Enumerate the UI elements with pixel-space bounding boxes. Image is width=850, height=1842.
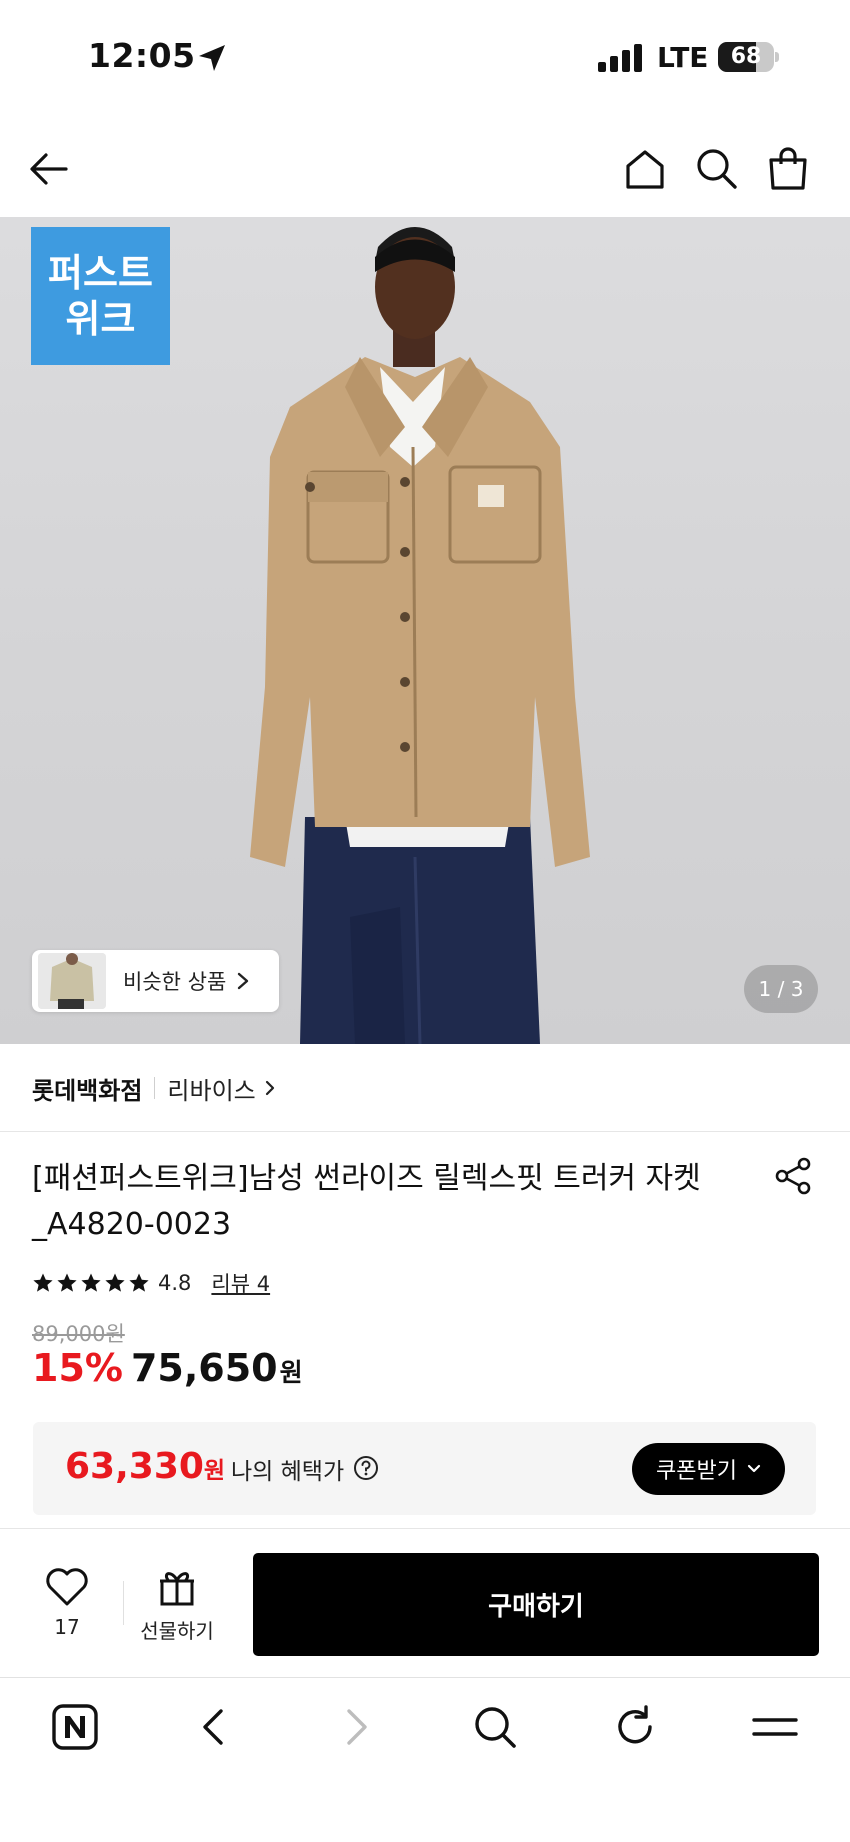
- similar-products-button[interactable]: 비슷한 상품: [32, 950, 279, 1012]
- purchase-action-bar: 17 선물하기 구매하기: [0, 1529, 850, 1677]
- home-icon[interactable]: [620, 144, 670, 194]
- battery-icon: 68: [718, 42, 780, 72]
- chevron-right-icon: [238, 972, 249, 990]
- battery-level: 68: [730, 44, 762, 69]
- help-icon[interactable]: [353, 1455, 379, 1481]
- heart-icon: [46, 1568, 88, 1606]
- menu-icon[interactable]: [750, 1702, 800, 1752]
- share-icon[interactable]: [774, 1157, 812, 1195]
- divider: [0, 1131, 850, 1132]
- product-title: [패션퍼스트위크]남성 썬라이즈 릴렉스핏 트러커 자켓_A4820-0023: [32, 1161, 701, 1242]
- top-nav: [0, 130, 850, 216]
- star-icon: [33, 1273, 53, 1292]
- discount-rate: 15%: [32, 1346, 123, 1390]
- rating-stars: [32, 1272, 152, 1294]
- coupon-button-label: 쿠폰받기: [656, 1459, 737, 1484]
- store-name[interactable]: 롯데백화점: [32, 1071, 142, 1106]
- like-button[interactable]: 17: [36, 1567, 98, 1651]
- location-arrow-icon: [199, 45, 225, 71]
- signal-icon: [598, 44, 642, 72]
- naver-n-icon[interactable]: [50, 1702, 100, 1752]
- rating-row: 4.8 리뷰 4: [32, 1267, 270, 1299]
- status-time: 12:05: [88, 36, 196, 75]
- gift-label: 선물하기: [140, 1619, 214, 1643]
- rating-score: 4.8: [158, 1271, 192, 1295]
- price-row: 15% 75,650 원: [32, 1346, 303, 1396]
- sale-price-unit: 원: [279, 1358, 303, 1387]
- like-count: 17: [54, 1615, 80, 1639]
- star-icon: [129, 1273, 149, 1292]
- chevron-right-icon: [265, 1080, 274, 1096]
- sale-price: 75,650: [130, 1346, 278, 1390]
- product-image-carousel[interactable]: 퍼스트 위크 비슷한 상품 1 / 3: [0, 217, 850, 1044]
- benefit-price-unit: 원: [203, 1458, 226, 1484]
- store-separator: [154, 1077, 156, 1099]
- shopping-bag-icon[interactable]: [763, 144, 813, 194]
- image-page-indicator: 1 / 3: [744, 965, 818, 1013]
- star-icon: [105, 1273, 125, 1292]
- browser-search-icon[interactable]: [470, 1702, 520, 1752]
- similar-product-thumbnail: [38, 953, 106, 1009]
- action-separator: [123, 1581, 124, 1625]
- network-type: LTE: [657, 41, 709, 74]
- chevron-down-icon: [747, 1464, 761, 1473]
- first-week-badge: 퍼스트 위크: [31, 227, 170, 365]
- status-bar: 12:05 LTE 68: [0, 0, 850, 115]
- benefit-box: 63,330원 나의 혜택가 쿠폰받기: [33, 1422, 816, 1515]
- buy-button[interactable]: 구매하기: [253, 1553, 819, 1656]
- product-photo: [250, 227, 590, 1044]
- similar-products-label: 비슷한 상품: [123, 970, 227, 994]
- benefit-label: 나의 혜택가: [231, 1459, 345, 1485]
- browser-toolbar: [0, 1677, 850, 1842]
- star-icon: [57, 1273, 77, 1292]
- browser-back-icon[interactable]: [190, 1702, 240, 1752]
- original-price: 89,000원: [32, 1322, 125, 1346]
- review-link[interactable]: 리뷰 4: [211, 1268, 270, 1298]
- browser-forward-icon: [347, 1709, 367, 1745]
- star-icon: [81, 1273, 101, 1292]
- benefit-price-value: 63,330: [65, 1446, 204, 1487]
- search-icon[interactable]: [692, 144, 742, 194]
- gift-icon: [160, 1572, 194, 1606]
- brand-link[interactable]: 리바이스: [167, 1071, 255, 1106]
- coupon-button[interactable]: 쿠폰받기: [632, 1443, 785, 1495]
- reload-icon[interactable]: [610, 1702, 660, 1752]
- store-row: 롯데백화점 리바이스: [32, 1070, 276, 1106]
- back-arrow-icon[interactable]: [24, 144, 74, 194]
- benefit-price: 63,330원: [65, 1446, 225, 1487]
- gift-button[interactable]: 선물하기: [134, 1567, 220, 1651]
